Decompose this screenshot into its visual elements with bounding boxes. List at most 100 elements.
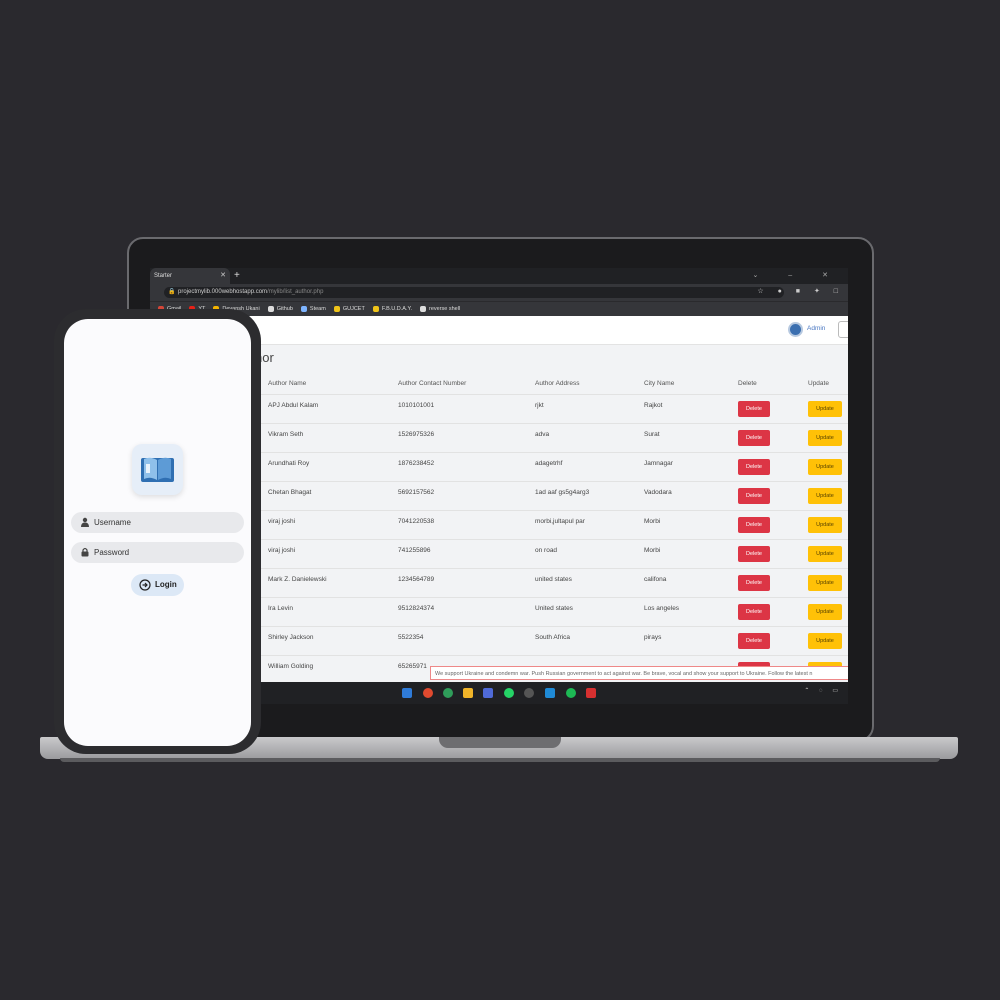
- bookmark-label: Steam: [309, 306, 326, 312]
- spotify-icon[interactable]: [566, 688, 576, 698]
- table-cell: APJ Abdul Kalam: [268, 402, 319, 409]
- whatsapp-icon[interactable]: [504, 688, 514, 698]
- app-red-icon[interactable]: [586, 688, 596, 698]
- table-cell: 1876238452: [398, 460, 435, 467]
- update-button[interactable]: Update: [808, 401, 842, 417]
- table-row: Vikram Seth 1526975326 adva Surat Delete Upda…: [258, 423, 848, 453]
- delete-button[interactable]: Delete: [738, 604, 770, 620]
- login-label: Login: [155, 580, 177, 589]
- bookmark-icon: [267, 305, 274, 312]
- app-icon[interactable]: [483, 688, 493, 698]
- bookmark-label: F.B.U.D.A.Y.: [381, 306, 412, 312]
- update-button[interactable]: Update: [808, 517, 842, 533]
- bookmarks-bar: GmailYTDevansh UkaniGithubSteamGUJCETF.B…: [150, 301, 848, 317]
- table-row: viraj joshi 741255896 on road Morbi Delete Up…: [258, 539, 848, 569]
- delete-button[interactable]: Delete: [738, 633, 770, 649]
- login-button[interactable]: Login: [131, 574, 184, 596]
- table-cell: 1010101001: [398, 402, 435, 409]
- table-cell: viraj joshi: [268, 518, 296, 525]
- update-button[interactable]: Update: [808, 546, 842, 562]
- table-cell: Surat: [644, 431, 660, 438]
- delete-button[interactable]: Delete: [738, 459, 770, 475]
- url-field[interactable]: 🔒 projectmylib.000webhostapp.com/mylib/l…: [164, 287, 784, 298]
- table-cell: United states: [535, 605, 573, 612]
- book-logo-icon: [132, 444, 183, 495]
- bookmark-item[interactable]: Github: [267, 305, 293, 312]
- table-cell: Rajkot: [644, 402, 663, 409]
- url-host: projectmylib.000webhostapp.com: [178, 289, 268, 295]
- table-cell: 9512824374: [398, 605, 435, 612]
- system-tray[interactable]: ⌃ ◌ ▭: [804, 687, 842, 694]
- table-cell: adagetrhf: [535, 460, 563, 467]
- table-row: Chetan Bhagat 5692157562 1ad aaf gs5g4arg3…: [258, 481, 848, 511]
- col-address: Author Address: [535, 380, 580, 387]
- bookmark-item[interactable]: F.B.U.D.A.Y.: [372, 305, 412, 312]
- table-cell: William Golding: [268, 663, 314, 670]
- admin-label[interactable]: Admin: [807, 325, 825, 332]
- table-cell: pirays: [644, 634, 662, 641]
- new-tab-icon[interactable]: +: [234, 268, 240, 284]
- laptop-notch: [439, 737, 561, 748]
- chrome-icon[interactable]: [423, 688, 433, 698]
- update-button[interactable]: Update: [808, 633, 842, 649]
- delete-button[interactable]: Delete: [738, 430, 770, 446]
- table-cell: 5692157562: [398, 489, 435, 496]
- table-row: Shirley Jackson 5522354 South Africa pirays…: [258, 626, 848, 656]
- url-path: /mylib/list_author.php: [267, 289, 324, 295]
- bookmark-item[interactable]: GUJCET: [333, 305, 365, 312]
- table-cell: Chetan Bhagat: [268, 489, 312, 496]
- notice-banner: We support Ukraine and condemn war. Push…: [430, 666, 848, 680]
- table-row: Arundhati Roy 1876238452 adagetrhf Jamnagar…: [258, 452, 848, 482]
- admin-avatar[interactable]: [788, 322, 803, 337]
- update-button[interactable]: Update: [808, 575, 842, 591]
- username-field[interactable]: Username: [71, 512, 244, 533]
- browser-tab[interactable]: Starter ✕: [150, 268, 230, 284]
- table-cell: Arundhati Roy: [268, 460, 310, 467]
- table-cell: 7041220538: [398, 518, 435, 525]
- update-button[interactable]: Update: [808, 430, 842, 446]
- bookmark-icon: [372, 305, 379, 312]
- table-cell: califona: [644, 576, 667, 583]
- delete-button[interactable]: Delete: [738, 517, 770, 533]
- delete-button[interactable]: Delete: [738, 488, 770, 504]
- table-cell: Morbi: [644, 518, 661, 525]
- table-cell: 1ad aaf gs5g4arg3: [535, 489, 590, 496]
- header-menu-button[interactable]: [838, 321, 848, 338]
- update-button[interactable]: Update: [808, 604, 842, 620]
- table-row: Ira Levin 9512824374 United states Los ange…: [258, 597, 848, 627]
- user-icon: [81, 517, 89, 527]
- tab-close-icon[interactable]: ✕: [220, 268, 226, 284]
- bookmark-item[interactable]: reverse shell: [420, 305, 460, 312]
- window-controls[interactable]: ⌄ – ✕: [752, 268, 842, 284]
- update-button[interactable]: Update: [808, 459, 842, 475]
- password-field[interactable]: Password: [71, 542, 244, 563]
- bookmark-icon: [300, 305, 307, 312]
- address-bar: 🔒 projectmylib.000webhostapp.com/mylib/l…: [150, 284, 848, 301]
- browser-tabbar: Starter ✕ + ⌄ – ✕: [150, 268, 848, 284]
- table-cell: 741255896: [398, 547, 431, 554]
- folder-icon[interactable]: [463, 688, 473, 698]
- phone-screen: Username Password Login: [64, 319, 251, 746]
- delete-button[interactable]: Delete: [738, 401, 770, 417]
- bookmark-item[interactable]: Steam: [300, 305, 326, 312]
- table-cell: united states: [535, 576, 572, 583]
- bookmark-icon: [420, 305, 426, 312]
- table-cell: Shirley Jackson: [268, 634, 314, 641]
- lock-icon: [81, 547, 89, 557]
- col-contact: Author Contact Number: [398, 380, 467, 387]
- table-cell: rjkt: [535, 402, 544, 409]
- table-cell: Morbi: [644, 547, 661, 554]
- start-icon[interactable]: [402, 688, 412, 698]
- toolbar-icons[interactable]: ☆ ● ■ ✦ □: [757, 287, 844, 295]
- bookmark-label: Github: [276, 306, 293, 312]
- table-row: Mark Z. Danielewski 1234564789 united stat…: [258, 568, 848, 598]
- update-button[interactable]: Update: [808, 488, 842, 504]
- table-cell: morbi,jultapul par: [535, 518, 585, 525]
- vscode-icon[interactable]: [545, 688, 555, 698]
- delete-button[interactable]: Delete: [738, 546, 770, 562]
- github-icon[interactable]: [524, 688, 534, 698]
- table-cell: Ira Levin: [268, 605, 293, 612]
- browser-icon[interactable]: [443, 688, 453, 698]
- table-cell: Jamnagar: [644, 460, 673, 467]
- delete-button[interactable]: Delete: [738, 575, 770, 591]
